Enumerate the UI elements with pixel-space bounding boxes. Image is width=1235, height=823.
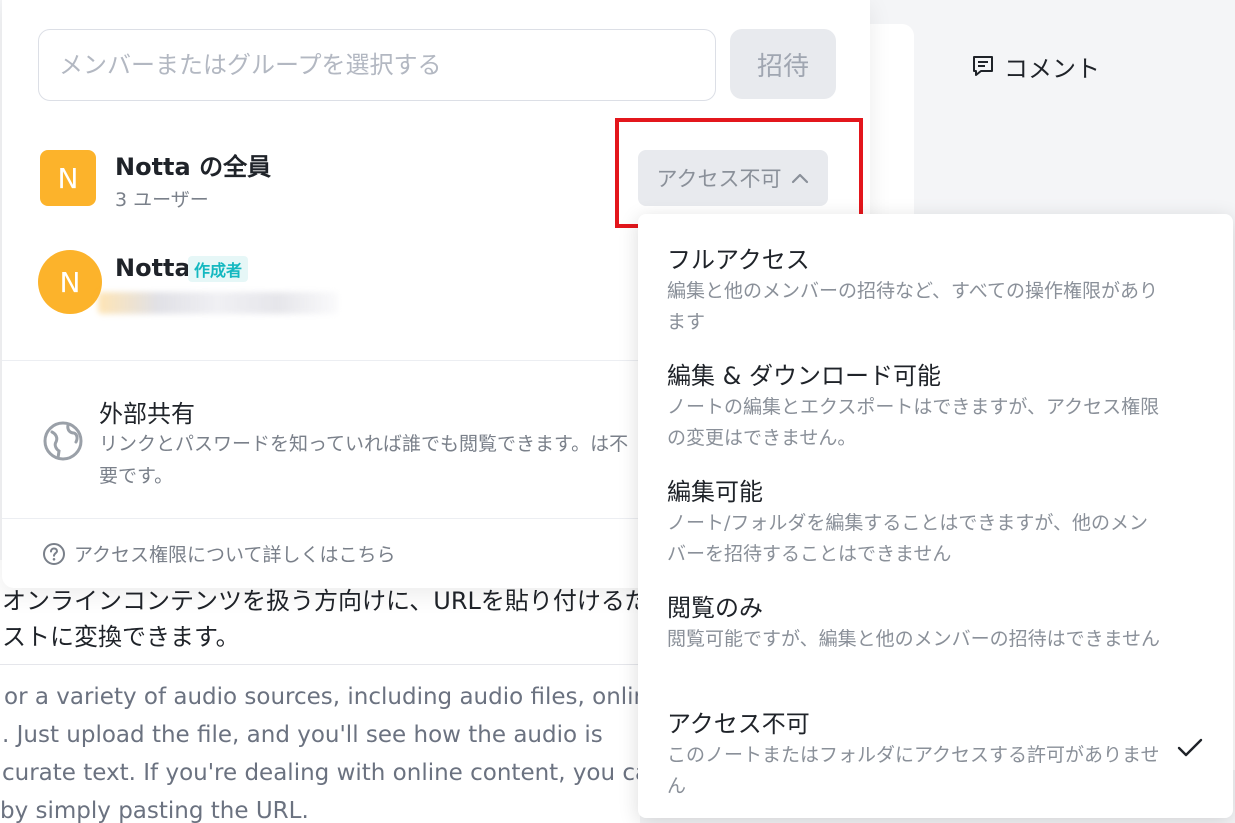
external-share-desc: リンクとパスワードを知っていれば誰でも閲覧できます。は不要です。 xyxy=(99,433,629,487)
menu-item-no-access[interactable]: アクセス不可 このノートまたはフォルダにアクセスする許可がありません xyxy=(638,702,1233,810)
menu-item-desc: 閲覧可能ですが、編集と他のメンバーの招待はできません xyxy=(667,628,1161,650)
comment-tab-label: コメント xyxy=(1004,54,1100,83)
member-search-input[interactable] xyxy=(38,29,716,101)
help-icon xyxy=(43,542,65,565)
access-help-link[interactable]: アクセス権限について詳しくはこちら xyxy=(42,540,395,567)
menu-item-full-access[interactable]: フルアクセス 編集と他のメンバーの招待など、すべての操作権限があります xyxy=(638,238,1233,346)
menu-item-title: 編集 & ダウンロード可能 xyxy=(667,362,941,390)
doc-text-en-2: . Just upload the file, and you'll see h… xyxy=(2,722,603,748)
menu-item-title: アクセス不可 xyxy=(667,710,810,738)
access-help-label: アクセス権限について詳しくはこちら xyxy=(74,544,396,566)
globe-icon xyxy=(43,421,83,461)
invite-button[interactable]: 招待 xyxy=(730,29,836,99)
menu-item-desc: ノート/フォルダを編集することはできますが、他のメンバーを招待することはできませ… xyxy=(667,512,1149,565)
doc-text-en-1: or a variety of audio sources, including… xyxy=(4,684,663,710)
comment-icon xyxy=(973,56,993,76)
doc-text-en-3: curate text. If you're dealing with onli… xyxy=(2,760,664,786)
menu-item-desc: ノートの編集とエクスポートはできますが、アクセス権限の変更はできません。 xyxy=(667,396,1160,449)
group-user-count: 3 ユーザー xyxy=(115,189,209,211)
menu-item-title: 編集可能 xyxy=(667,478,763,506)
group-name: Notta の全員 xyxy=(115,153,272,181)
highlight-annotation xyxy=(615,118,863,228)
external-share-title: 外部共有 xyxy=(99,400,195,428)
group-avatar: N xyxy=(40,150,96,206)
menu-item-desc: このノートまたはフォルダにアクセスする許可がありません xyxy=(667,744,1160,797)
checkmark-icon xyxy=(1177,738,1203,757)
creator-badge: 作成者 xyxy=(188,256,249,282)
menu-item-title: 閲覧のみ xyxy=(667,594,763,622)
menu-item-view-only[interactable]: 閲覧のみ 閲覧可能ですが、編集と他のメンバーの招待はできません xyxy=(638,586,1233,694)
menu-item-desc: 編集と他のメンバーの招待など、すべての操作権限があります xyxy=(667,280,1158,333)
creator-name: Notta xyxy=(115,254,191,282)
menu-item-edit[interactable]: 編集可能 ノート/フォルダを編集することはできますが、他のメンバーを招待すること… xyxy=(638,470,1233,578)
doc-divider xyxy=(0,664,640,665)
creator-avatar: N xyxy=(38,250,102,314)
doc-text-en-4: by simply pasting the URL. xyxy=(0,798,309,823)
access-level-menu: フルアクセス 編集と他のメンバーの招待など、すべての操作権限があります 編集 &… xyxy=(638,214,1233,818)
creator-email-blurred xyxy=(98,292,338,314)
doc-text-jp-2: ストに変換できます。 xyxy=(2,623,240,651)
menu-item-title: フルアクセス xyxy=(667,246,810,274)
comment-tab[interactable]: コメント xyxy=(970,48,1100,84)
menu-item-edit-download[interactable]: 編集 & ダウンロード可能 ノートの編集とエクスポートはできますが、アクセス権限… xyxy=(638,354,1233,462)
